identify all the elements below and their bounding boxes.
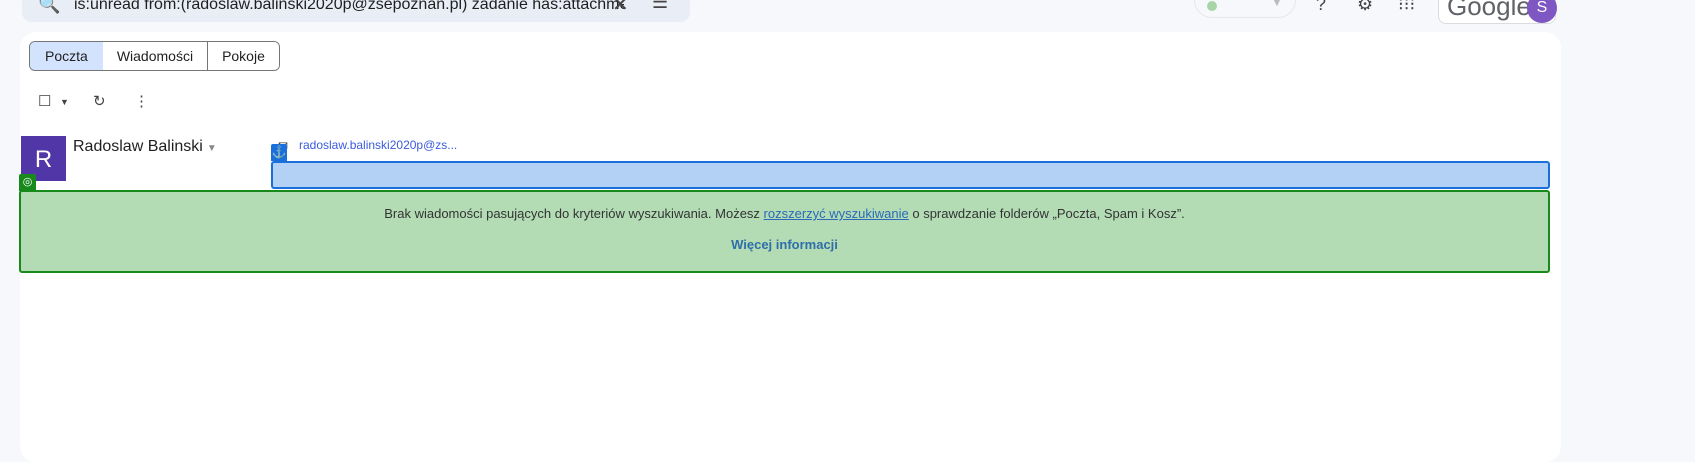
status-dot-icon bbox=[1207, 1, 1217, 11]
empty-results-text: Brak wiadomości pasujących do kryteriów … bbox=[21, 206, 1548, 221]
expand-search-link[interactable]: rozszerzyć wyszukiwanie bbox=[764, 206, 909, 221]
sender-email-link[interactable]: radoslaw.balinski2020p@zs... bbox=[299, 138, 457, 152]
anchor-icon: ⚓ bbox=[271, 144, 287, 161]
highlighted-region-blue bbox=[271, 161, 1550, 189]
target-icon: ◎ bbox=[19, 174, 36, 191]
more-info-link[interactable]: Więcej informacji bbox=[21, 237, 1548, 252]
sender-name-dropdown[interactable]: Radoslaw Balinski ▼ bbox=[73, 138, 217, 156]
account-button[interactable]: Google S bbox=[1438, 0, 1557, 24]
chevron-down-icon: ▼ bbox=[1271, 0, 1283, 9]
notice-text-end: o sprawdzanie folderów „Poczta, Spam i K… bbox=[908, 206, 1185, 221]
search-bar[interactable]: 🔍 is:unread from:(radoslaw.balinski2020p… bbox=[22, 0, 690, 22]
tab-wiadomosci[interactable]: Wiadomości bbox=[102, 42, 209, 70]
caret-down-icon: ▼ bbox=[206, 143, 217, 154]
tab-pokoje[interactable]: Pokoje bbox=[208, 42, 279, 70]
status-selector[interactable]: ▼ bbox=[1194, 0, 1296, 18]
search-options-icon[interactable]: ☰ bbox=[652, 0, 668, 13]
search-input[interactable]: is:unread from:(radoslaw.balinski2020p@z… bbox=[74, 0, 624, 14]
select-checkbox[interactable]: ☐ bbox=[38, 92, 51, 110]
avatar[interactable]: S bbox=[1527, 0, 1557, 23]
search-icon[interactable]: 🔍 bbox=[38, 0, 60, 15]
tab-poczta[interactable]: Poczta bbox=[30, 42, 103, 70]
google-logo: Google bbox=[1447, 0, 1531, 21]
empty-results-notice: Brak wiadomości pasujących do kryteriów … bbox=[19, 190, 1550, 273]
help-icon[interactable]: ? bbox=[1316, 0, 1326, 15]
gear-icon[interactable]: ⚙ bbox=[1357, 0, 1373, 15]
tab-bar: Poczta Wiadomości Pokoje bbox=[29, 41, 280, 71]
more-options-icon[interactable]: ⋮ bbox=[134, 92, 149, 110]
select-dropdown-icon[interactable]: ▼ bbox=[60, 97, 69, 107]
sender-name: Radoslaw Balinski bbox=[73, 138, 203, 155]
apps-icon[interactable]: ⁝⁝⁝ bbox=[1398, 0, 1415, 15]
notice-text: Brak wiadomości pasujących do kryteriów … bbox=[384, 206, 764, 221]
refresh-icon[interactable]: ↻ bbox=[93, 92, 106, 110]
clear-search-icon[interactable]: ✕ bbox=[612, 0, 629, 17]
